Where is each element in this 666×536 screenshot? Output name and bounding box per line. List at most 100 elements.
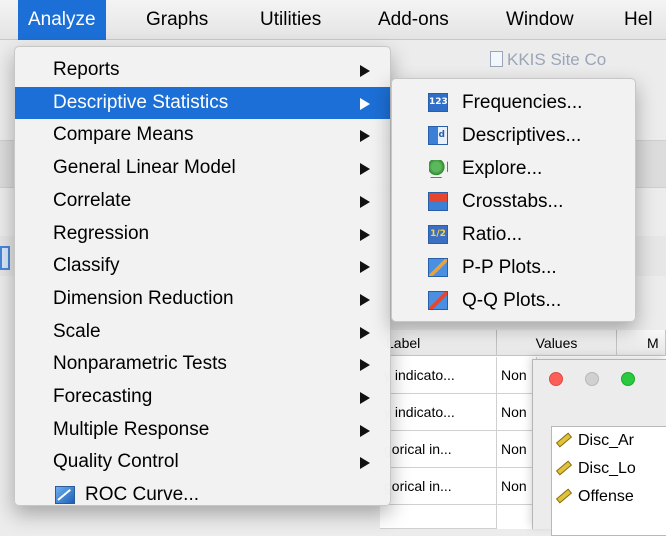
menu-item-general-linear-model[interactable]: General Linear Model (15, 152, 390, 185)
selected-cell-indicator (0, 246, 10, 270)
menu-item-label: General Linear Model (53, 157, 236, 179)
explore-icon (428, 159, 448, 178)
list-item-label: Offense (578, 488, 634, 505)
menu-item-label: Correlate (53, 189, 132, 211)
submenu-item-label: Crosstabs... (462, 191, 564, 212)
submenu-item-descriptives[interactable]: d Descriptives... (392, 119, 635, 152)
menu-item-dimension-reduction[interactable]: Dimension Reduction (15, 283, 390, 316)
column-header-values[interactable]: Values (497, 330, 617, 356)
menu-item-compare-means[interactable]: Compare Means (15, 119, 390, 152)
submenu-item-qq-plots[interactable]: Q-Q Plots... (392, 284, 635, 317)
submenu-arrow-icon (360, 424, 370, 437)
submenu-arrow-icon (360, 261, 370, 274)
submenu-arrow-icon (360, 97, 370, 110)
submenu-arrow-icon (360, 359, 370, 372)
submenu-item-label: Ratio... (462, 224, 523, 245)
analyze-menu: Reports Descriptive Statistics Compare M… (14, 46, 391, 506)
descriptive-statistics-submenu: 123 Frequencies... d Descriptives... Exp… (391, 78, 636, 322)
variable-list[interactable]: Disc_Ar Disc_Lo Offense (551, 426, 666, 536)
menu-item-scale[interactable]: Scale (15, 316, 390, 349)
submenu-item-frequencies[interactable]: 123 Frequencies... (392, 86, 635, 119)
window-title-text: KKIS Site Co (507, 50, 607, 69)
list-item-label: Disc_Lo (578, 460, 636, 477)
menu-help[interactable]: Hel (614, 0, 663, 40)
close-window-button[interactable] (549, 372, 563, 386)
list-item[interactable]: Offense (552, 483, 666, 511)
submenu-item-label: Q-Q Plots... (462, 290, 562, 311)
menu-item-reports[interactable]: Reports (15, 54, 390, 87)
menu-item-label: Scale (53, 320, 101, 342)
background-window-title: KKIS Site Co (490, 50, 606, 70)
menu-add-ons[interactable]: Add-ons (368, 0, 459, 40)
submenu-item-label: Frequencies... (462, 92, 583, 113)
menu-analyze[interactable]: Analyze (18, 0, 106, 40)
menu-graphs[interactable]: Graphs (136, 0, 218, 40)
frequencies-icon: 123 (428, 93, 448, 112)
table-cell-label[interactable]: y indicato... (380, 394, 497, 431)
menu-utilities[interactable]: Utilities (250, 0, 331, 40)
menu-item-label: Quality Control (53, 451, 179, 473)
scale-variable-icon (555, 432, 573, 448)
table-cell-values[interactable]: Non (497, 357, 537, 394)
menu-item-multiple-response[interactable]: Multiple Response (15, 414, 390, 447)
table-cell-values[interactable]: Non (497, 431, 537, 468)
minimize-window-button[interactable] (585, 372, 599, 386)
table-cell-label[interactable]: y indicato... (380, 357, 497, 394)
submenu-arrow-icon (360, 163, 370, 176)
submenu-arrow-icon (360, 293, 370, 306)
table-cell-label[interactable]: gorical in... (380, 468, 497, 505)
table-cell-label[interactable]: gorical in... (380, 431, 497, 468)
submenu-item-label: Descriptives... (462, 125, 582, 146)
menu-item-label: Reports (53, 59, 120, 80)
submenu-arrow-icon (360, 392, 370, 404)
menu-item-label: Nonparametric Tests (53, 353, 227, 375)
submenu-arrow-icon (360, 130, 370, 143)
menu-item-label: ROC Curve... (85, 484, 200, 506)
submenu-item-ratio[interactable]: 1/2 Ratio... (392, 218, 635, 251)
variable-dialog: Disc_Ar Disc_Lo Offense (532, 359, 666, 536)
menu-item-label: Regression (53, 222, 150, 244)
menu-item-descriptive-statistics[interactable]: Descriptive Statistics (15, 86, 390, 120)
submenu-item-label: P-P Plots... (462, 257, 557, 278)
menu-item-label: Descriptive Statistics (53, 91, 229, 113)
ratio-icon: 1/2 (428, 225, 448, 244)
menu-item-quality-control[interactable]: Quality Control (15, 446, 390, 479)
roc-curve-icon (55, 486, 75, 505)
list-item[interactable]: Disc_Ar (552, 427, 666, 455)
table-cell-values[interactable]: Non (497, 468, 537, 505)
table-row-partial[interactable] (380, 505, 497, 529)
qq-plots-icon (428, 291, 448, 310)
submenu-arrow-icon (360, 65, 370, 77)
submenu-item-explore[interactable]: Explore... (392, 152, 635, 185)
menu-window[interactable]: Window (496, 0, 584, 40)
menu-item-forecasting[interactable]: Forecasting (15, 381, 390, 414)
submenu-arrow-icon (360, 228, 370, 241)
table-cell-values[interactable]: Non (497, 394, 537, 431)
submenu-item-pp-plots[interactable]: P-P Plots... (392, 251, 635, 284)
menu-item-label: Compare Means (53, 124, 194, 146)
submenu-arrow-icon (360, 195, 370, 208)
submenu-item-crosstabs[interactable]: Crosstabs... (392, 185, 635, 218)
document-icon (490, 51, 503, 67)
menu-item-label: Dimension Reduction (53, 287, 234, 309)
submenu-arrow-icon (360, 457, 370, 470)
crosstabs-icon (428, 192, 448, 211)
scale-variable-icon (555, 488, 573, 504)
menu-item-nonparametric-tests[interactable]: Nonparametric Tests (15, 348, 390, 381)
column-header-label[interactable]: Label (380, 330, 497, 356)
menu-item-label: Forecasting (53, 386, 153, 407)
submenu-arrow-icon (360, 326, 370, 339)
zoom-window-button[interactable] (621, 372, 635, 386)
menu-item-classify[interactable]: Classify (15, 250, 390, 283)
menu-item-label: Multiple Response (53, 418, 210, 440)
descriptives-icon: d (428, 126, 448, 145)
list-item[interactable]: Disc_Lo (552, 455, 666, 483)
list-item-label: Disc_Ar (578, 432, 635, 449)
column-header-measure[interactable]: M (617, 330, 666, 356)
scale-variable-icon (555, 460, 573, 476)
menu-item-regression[interactable]: Regression (15, 218, 390, 251)
menu-bar: Analyze Graphs Utilities Add-ons Window … (0, 0, 666, 40)
menu-item-label: Classify (53, 255, 120, 277)
menu-item-roc-curve[interactable]: ROC Curve... (15, 479, 390, 512)
menu-item-correlate[interactable]: Correlate (15, 185, 390, 218)
